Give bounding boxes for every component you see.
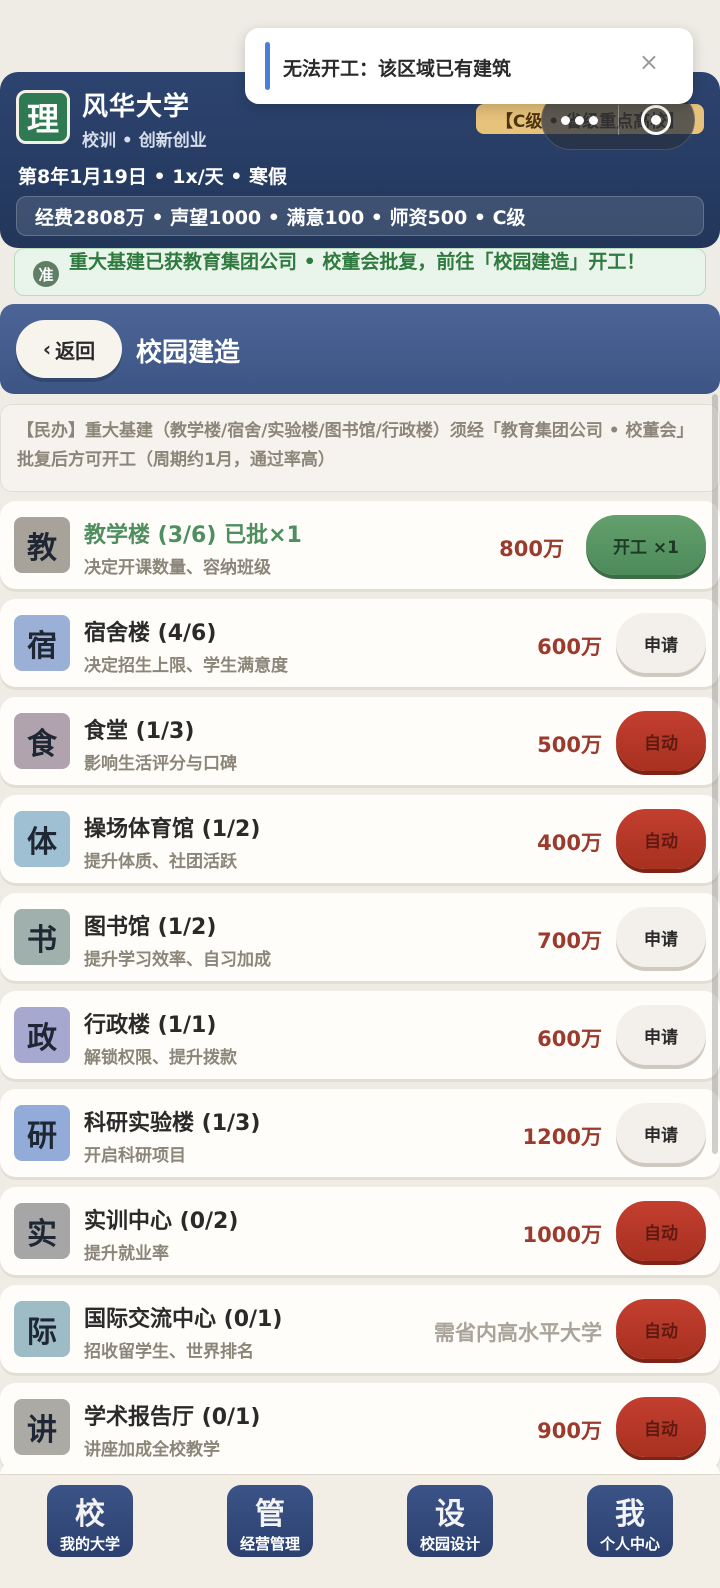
building-desc: 提升学习效率、自习加成 bbox=[84, 950, 271, 970]
auto-button[interactable]: 自动 bbox=[616, 1201, 706, 1261]
auto-button[interactable]: 自动 bbox=[616, 1397, 706, 1457]
research-lab-icon: 研 bbox=[14, 1105, 70, 1161]
stats-bar: 经费2808万 • 声望1000 • 满意100 • 师资500 • C级 bbox=[16, 196, 704, 236]
school-name: 风华大学 bbox=[82, 92, 191, 122]
dorm-icon: 宿 bbox=[14, 615, 70, 671]
building-desc: 决定开课数量、容纳班级 bbox=[84, 558, 271, 578]
building-row-training: 实 实训中心 (0/2) 提升就业率 1000万 自动 bbox=[0, 1187, 720, 1275]
building-row-admin: 政 行政楼 (1/1) 解锁权限、提升拨款 600万 申请 bbox=[0, 991, 720, 1079]
building-name: 国际交流中心 (0/1) bbox=[84, 1307, 283, 1332]
management-icon: 管 bbox=[255, 1497, 285, 1532]
auto-button[interactable]: 自动 bbox=[616, 711, 706, 771]
building-name: 宿舍楼 (4/6) bbox=[84, 621, 217, 646]
building-name: 实训中心 (0/2) bbox=[84, 1209, 239, 1234]
building-desc: 解锁权限、提升拨款 bbox=[84, 1048, 237, 1068]
start-construction-button[interactable]: 开工 ×1 bbox=[586, 515, 706, 575]
page-title: 校园建造 bbox=[136, 338, 241, 368]
apply-button[interactable]: 申请 bbox=[616, 613, 706, 673]
apply-button[interactable]: 申请 bbox=[616, 1103, 706, 1163]
page-title-bar: ‹ 返回 校园建造 bbox=[0, 304, 720, 394]
university-icon: 校 bbox=[75, 1497, 105, 1532]
building-name: 教学楼 (3/6) 已批×1 bbox=[84, 523, 302, 548]
building-cost: 400万 bbox=[537, 831, 602, 855]
gym-icon: 体 bbox=[14, 811, 70, 867]
teaching-building-icon: 教 bbox=[14, 517, 70, 573]
nav-management[interactable]: 管 经营管理 bbox=[227, 1485, 313, 1557]
building-row-teaching: 教 教学楼 (3/6) 已批×1 决定开课数量、容纳班级 800万 开工 ×1 bbox=[0, 501, 720, 589]
training-center-icon: 实 bbox=[14, 1203, 70, 1259]
design-icon: 设 bbox=[435, 1497, 465, 1532]
building-cost: 900万 bbox=[537, 1419, 602, 1443]
building-row-research: 研 科研实验楼 (1/3) 开启科研项目 1200万 申请 bbox=[0, 1089, 720, 1177]
auto-button[interactable]: 自动 bbox=[616, 809, 706, 869]
error-toast: 无法开工：该区域已有建筑 × bbox=[245, 28, 693, 104]
auto-button[interactable]: 自动 bbox=[616, 1299, 706, 1359]
close-icon[interactable]: × bbox=[639, 50, 659, 74]
building-cost: 1000万 bbox=[522, 1223, 602, 1247]
construction-rules: 【民办】重大基建（教学楼/宿舍/实验楼/图书馆/行政楼）须经「教育集团公司 • … bbox=[0, 404, 720, 492]
nav-label: 我的大学 bbox=[59, 1535, 120, 1553]
building-name: 学术报告厅 (0/1) bbox=[84, 1405, 261, 1430]
canteen-icon: 食 bbox=[14, 713, 70, 769]
scrollbar[interactable] bbox=[712, 394, 718, 1154]
back-button[interactable]: ‹ 返回 bbox=[16, 320, 122, 378]
approved-icon: 准 bbox=[33, 261, 59, 287]
bottom-nav: 校 我的大学 管 经营管理 设 校园设计 我 个人中心 bbox=[0, 1474, 720, 1588]
notice-text: 重大基建已获教育集团公司 • 校董会批复，前往「校园建造」开工！ bbox=[69, 251, 646, 273]
library-icon: 书 bbox=[14, 909, 70, 965]
lecture-hall-icon: 讲 bbox=[14, 1399, 70, 1455]
building-row-dorm: 宿 宿舍楼 (4/6) 决定招生上限、学生满意度 600万 申请 bbox=[0, 599, 720, 687]
building-cost: 600万 bbox=[537, 1027, 602, 1051]
apply-button[interactable]: 申请 bbox=[616, 907, 706, 967]
building-row-canteen: 食 食堂 (1/3) 影响生活评分与口碑 500万 自动 bbox=[0, 697, 720, 785]
building-desc: 讲座加成全校教学 bbox=[84, 1440, 220, 1460]
nav-profile[interactable]: 我 个人中心 bbox=[587, 1485, 673, 1557]
building-desc: 开启科研项目 bbox=[84, 1146, 186, 1166]
approval-notice[interactable]: 准 重大基建已获教育集团公司 • 校董会批复，前往「校园建造」开工！ bbox=[14, 248, 706, 296]
building-desc: 提升体质、社团活跃 bbox=[84, 852, 237, 872]
nav-label: 经营管理 bbox=[239, 1535, 300, 1553]
building-row-lecture-hall: 讲 学术报告厅 (0/1) 讲座加成全校教学 900万 自动 bbox=[0, 1383, 720, 1471]
building-cost: 600万 bbox=[537, 635, 602, 659]
building-cost: 800万 bbox=[499, 537, 564, 561]
building-name: 操场体育馆 (1/2) bbox=[84, 817, 261, 842]
toast-message: 无法开工：该区域已有建筑 bbox=[283, 58, 512, 80]
building-cost: 1200万 bbox=[522, 1125, 602, 1149]
apply-button[interactable]: 申请 bbox=[616, 1005, 706, 1065]
building-desc: 决定招生上限、学生满意度 bbox=[84, 656, 288, 676]
profile-icon: 我 bbox=[615, 1497, 645, 1532]
school-badge: 理 bbox=[16, 90, 70, 144]
nav-label: 校园设计 bbox=[419, 1535, 480, 1553]
international-center-icon: 际 bbox=[14, 1301, 70, 1357]
building-row-international: 际 国际交流中心 (0/1) 招收留学生、世界排名 需省内高水平大学 自动 bbox=[0, 1285, 720, 1373]
chevron-left-icon: ‹ bbox=[42, 337, 52, 361]
building-requirement: 需省内高水平大学 bbox=[434, 1321, 602, 1345]
toast-accent-bar bbox=[265, 42, 270, 90]
building-name: 行政楼 (1/1) bbox=[84, 1013, 217, 1038]
nav-my-university[interactable]: 校 我的大学 bbox=[47, 1485, 133, 1557]
building-name: 食堂 (1/3) bbox=[84, 719, 195, 744]
building-desc: 招收留学生、世界排名 bbox=[84, 1342, 254, 1362]
building-name: 科研实验楼 (1/3) bbox=[84, 1111, 261, 1136]
building-list: 教 教学楼 (3/6) 已批×1 决定开课数量、容纳班级 800万 开工 ×1 … bbox=[0, 501, 720, 1471]
game-date: 第8年1月19日 • 1x/天 • 寒假 bbox=[18, 166, 288, 188]
back-label: 返回 bbox=[55, 338, 96, 363]
building-desc: 提升就业率 bbox=[84, 1244, 169, 1264]
building-cost: 700万 bbox=[537, 929, 602, 953]
building-cost: 500万 bbox=[537, 733, 602, 757]
building-row-gym: 体 操场体育馆 (1/2) 提升体质、社团活跃 400万 自动 bbox=[0, 795, 720, 883]
nav-label: 个人中心 bbox=[599, 1535, 660, 1553]
building-row-library: 书 图书馆 (1/2) 提升学习效率、自习加成 700万 申请 bbox=[0, 893, 720, 981]
nav-campus-design[interactable]: 设 校园设计 bbox=[407, 1485, 493, 1557]
admin-building-icon: 政 bbox=[14, 1007, 70, 1063]
school-motto: 校训 • 创新创业 bbox=[82, 131, 207, 151]
building-desc: 影响生活评分与口碑 bbox=[84, 754, 237, 774]
building-name: 图书馆 (1/2) bbox=[84, 915, 217, 940]
